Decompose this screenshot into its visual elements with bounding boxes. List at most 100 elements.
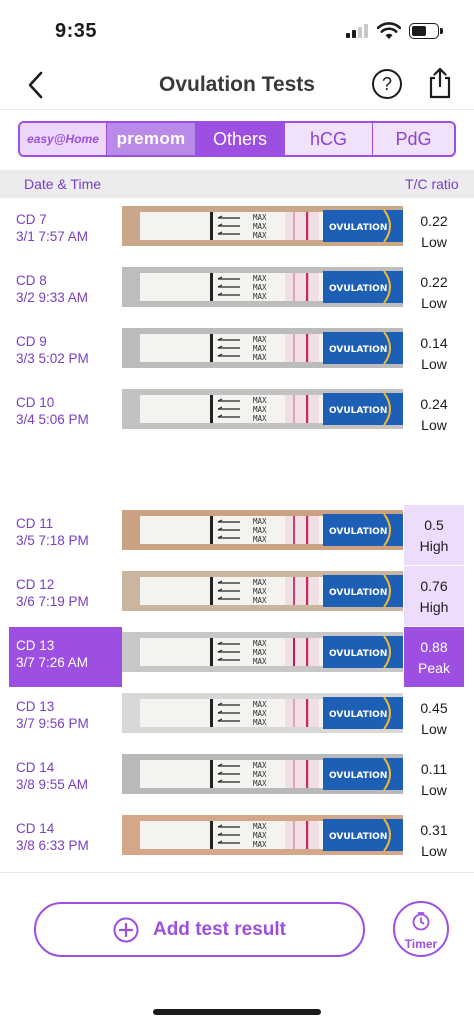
lh-level-badge: Low: [421, 295, 447, 311]
table-row[interactable]: CD 7 3/1 7:57 AM MAX MAX MAX OVULATION 0.22 Low: [0, 201, 474, 261]
table-row[interactable]: CD 10 3/4 5:06 PM MAX MAX MAX OVULATION 0.24 Lo…: [0, 384, 474, 444]
svg-text:MAX: MAX: [253, 709, 267, 718]
tc-ratio-value: 0.31: [420, 822, 448, 838]
home-indicator: [153, 1009, 321, 1015]
svg-text:MAX: MAX: [253, 770, 267, 779]
table-header: Date & Time T/C ratio: [0, 170, 474, 198]
tab-others[interactable]: Others: [196, 123, 285, 155]
battery-icon: [409, 23, 443, 39]
cycle-day: CD 7: [16, 212, 47, 227]
table-row[interactable]: CD 9 3/3 5:02 PM MAX MAX MAX OVULATION 0.14 Low: [0, 323, 474, 383]
svg-text:MAX: MAX: [253, 213, 267, 222]
svg-text:MAX: MAX: [253, 779, 267, 788]
tc-ratio-cell: 0.22 Low: [404, 262, 464, 322]
tab-premom[interactable]: premom: [107, 123, 196, 155]
svg-text:MAX: MAX: [253, 761, 267, 770]
cycle-day: CD 12: [16, 577, 55, 592]
test-datetime: 3/6 7:19 PM: [16, 594, 89, 609]
plus-circle-icon: [113, 917, 139, 942]
tc-ratio-value: 0.76: [420, 578, 448, 594]
test-strip-photo[interactable]: MAXMAXMAXOVULATION: [122, 389, 403, 429]
row-date-time: CD 9 3/3 5:02 PM: [9, 323, 122, 383]
status-bar: 9:35: [0, 0, 474, 62]
tab-hcg[interactable]: hCG: [285, 123, 373, 155]
timer-button[interactable]: Timer: [393, 901, 449, 957]
svg-text:OVULATION: OVULATION: [329, 832, 387, 842]
lh-level-badge: Low: [421, 782, 447, 798]
svg-text:MAX: MAX: [253, 396, 267, 405]
svg-text:MAX: MAX: [253, 831, 267, 840]
test-strip-photo[interactable]: MAXMAXMAXOVULATION: [122, 632, 403, 672]
add-test-result-label: Add test result: [152, 918, 287, 940]
svg-text:MAX: MAX: [253, 822, 267, 831]
table-row[interactable]: CD 14 3/8 9:55 AM MAX MAX MAX OVULATION 0.11 Lo…: [0, 749, 474, 809]
svg-text:MAX: MAX: [253, 587, 267, 596]
test-datetime: 3/5 7:18 PM: [16, 533, 89, 548]
lh-level-badge: High: [419, 538, 449, 554]
row-date-time: CD 14 3/8 9:55 AM: [9, 749, 122, 809]
svg-text:MAX: MAX: [253, 578, 267, 587]
tc-ratio-value: 0.5: [424, 517, 444, 533]
test-datetime: 3/7 7:26 AM: [16, 655, 89, 670]
tc-ratio-cell: 0.31 Low: [404, 810, 464, 870]
test-strip-photo[interactable]: MAXMAXMAXOVULATION: [122, 815, 403, 855]
svg-text:MAX: MAX: [253, 353, 267, 362]
svg-text:OVULATION: OVULATION: [329, 406, 387, 416]
table-row[interactable]: CD 12 3/6 7:19 PM MAX MAX MAX OVULATION 0.76 Hi…: [0, 566, 474, 626]
row-date-time: CD 11 3/5 7:18 PM: [9, 505, 122, 565]
help-icon[interactable]: ?: [372, 69, 402, 99]
svg-text:MAX: MAX: [253, 526, 267, 535]
lh-level-badge: Low: [421, 417, 447, 433]
svg-text:OVULATION: OVULATION: [329, 223, 387, 233]
tab-easy-home[interactable]: easy@Home: [20, 123, 107, 155]
svg-text:MAX: MAX: [253, 517, 267, 526]
header-tc-ratio: T/C ratio: [405, 176, 459, 192]
svg-text:MAX: MAX: [253, 274, 267, 283]
table-row[interactable]: CD 11 3/5 7:18 PM MAX MAX MAX OVULATION 0.5 Hig…: [0, 505, 474, 565]
svg-text:OVULATION: OVULATION: [329, 710, 387, 720]
tc-ratio-cell: 0.14 Low: [404, 323, 464, 383]
test-strip-photo[interactable]: MAXMAXMAXOVULATION: [122, 206, 403, 246]
tc-ratio-value: 0.45: [420, 700, 448, 716]
cycle-day: CD 11: [16, 516, 54, 531]
tab-pdg[interactable]: PdG: [373, 123, 454, 155]
cycle-day: CD 14: [16, 821, 55, 836]
svg-text:MAX: MAX: [253, 700, 267, 709]
page-title: Ovulation Tests: [159, 73, 315, 96]
test-datetime: 3/8 6:33 PM: [16, 838, 89, 853]
test-datetime: 3/7 9:56 PM: [16, 716, 89, 731]
svg-text:OVULATION: OVULATION: [329, 345, 387, 355]
test-strip-photo[interactable]: MAXMAXMAXOVULATION: [122, 328, 403, 368]
tc-ratio-cell: 0.5 High: [404, 505, 464, 565]
add-test-result-button[interactable]: Add test result: [34, 902, 365, 957]
tc-ratio-value: 0.22: [420, 213, 448, 229]
signal-icon: [346, 24, 370, 38]
svg-text:MAX: MAX: [253, 535, 267, 544]
table-row[interactable]: CD 13 3/7 7:26 AM MAX MAX MAX OVULATION 0.88 Pe…: [0, 627, 474, 687]
svg-text:MAX: MAX: [253, 335, 267, 344]
table-row[interactable]: CD 14 3/8 6:33 PM MAX MAX MAX OVULATION 0.31 Lo…: [0, 810, 474, 870]
test-strip-photo[interactable]: MAXMAXMAXOVULATION: [122, 571, 403, 611]
timer-label: Timer: [404, 937, 438, 951]
bottom-divider: [0, 872, 474, 873]
tc-ratio-cell: 0.22 Low: [404, 201, 464, 261]
row-date-time: CD 8 3/2 9:33 AM: [9, 262, 122, 322]
svg-text:MAX: MAX: [253, 639, 267, 648]
svg-text:MAX: MAX: [253, 292, 267, 301]
lh-level-badge: Low: [421, 721, 447, 737]
nav-divider: [0, 109, 474, 110]
share-icon[interactable]: [425, 66, 455, 100]
test-strip-photo[interactable]: MAXMAXMAXOVULATION: [122, 267, 403, 307]
test-strip-photo[interactable]: MAXMAXMAXOVULATION: [122, 693, 403, 733]
svg-text:OVULATION: OVULATION: [329, 284, 387, 294]
test-strip-photo[interactable]: MAXMAXMAXOVULATION: [122, 510, 403, 550]
tc-ratio-value: 0.22: [420, 274, 448, 290]
nav-bar: Ovulation Tests ?: [0, 62, 474, 108]
tc-ratio-value: 0.88: [420, 639, 448, 655]
table-row[interactable]: CD 8 3/2 9:33 AM MAX MAX MAX OVULATION 0.22 Low: [0, 262, 474, 322]
table-row[interactable]: CD 13 3/7 9:56 PM MAX MAX MAX OVULATION 0.45 Lo…: [0, 688, 474, 748]
timer-icon: [412, 912, 430, 931]
svg-text:OVULATION: OVULATION: [329, 527, 387, 537]
test-datetime: 3/3 5:02 PM: [16, 351, 89, 366]
test-strip-photo[interactable]: MAXMAXMAXOVULATION: [122, 754, 403, 794]
